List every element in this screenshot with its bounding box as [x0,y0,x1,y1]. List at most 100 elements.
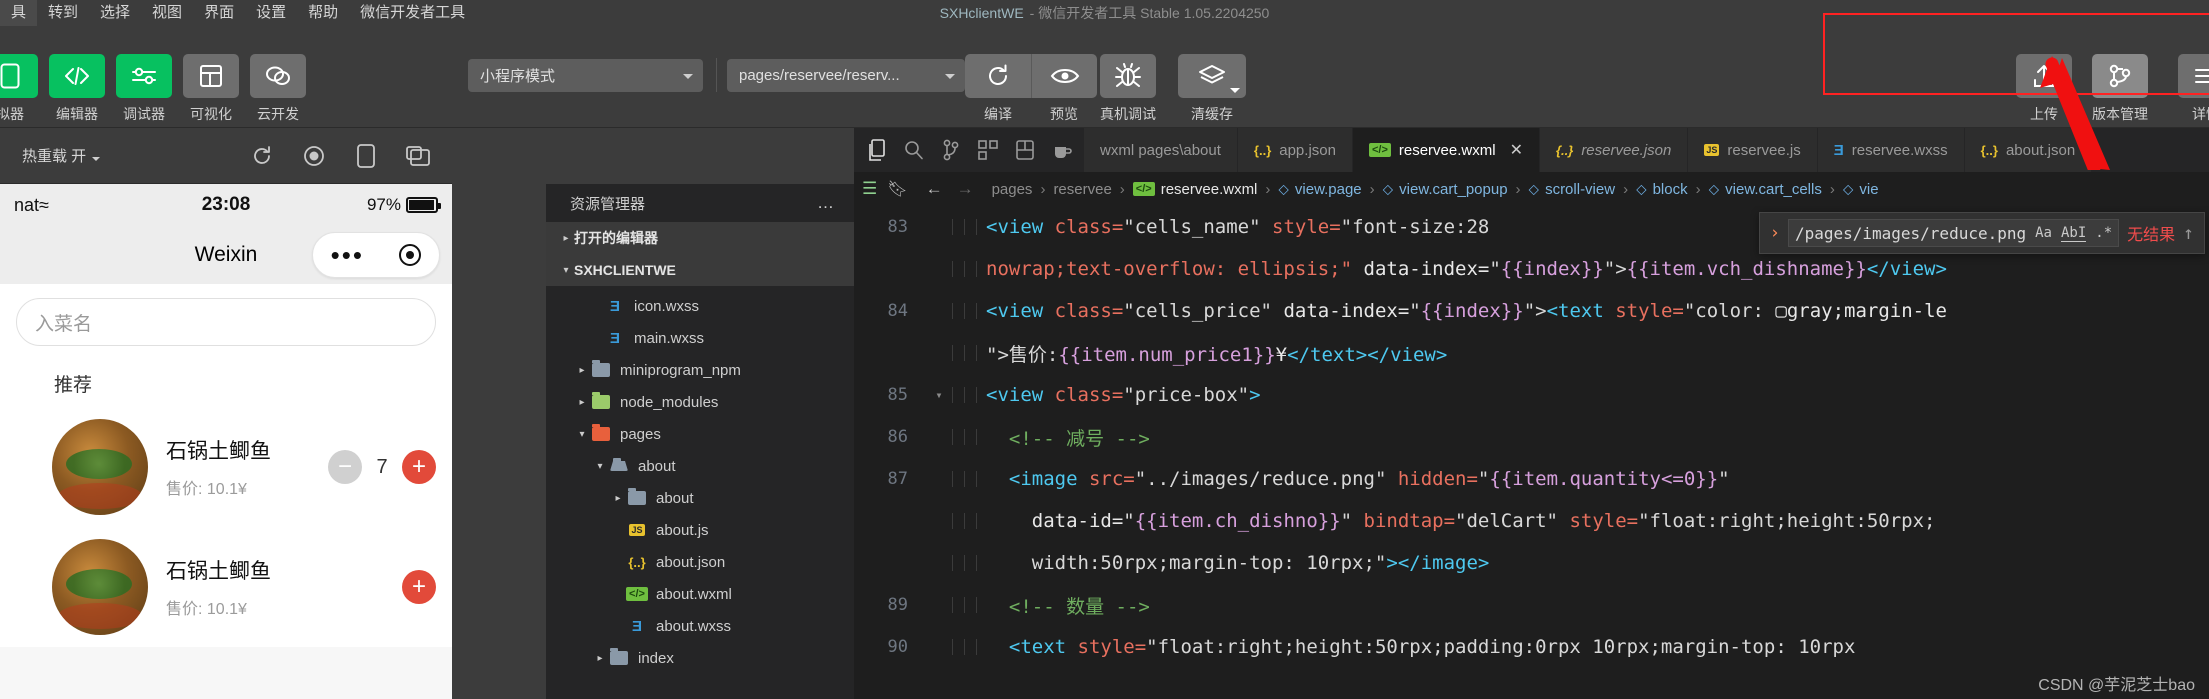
toolbar-editor[interactable]: 编辑器 [49,54,105,124]
code-icon[interactable] [49,54,105,98]
tab-reservee-js[interactable]: JS reservee.js [1688,128,1818,172]
chevron-right-icon[interactable]: › [1770,223,1780,243]
toolbar-simulator[interactable]: 拟器 [0,54,38,124]
window-split-icon[interactable] [392,128,444,184]
tree-item-about-wxss[interactable]: Ǝ about.wxss [546,610,854,642]
tab-wxml-pages-about[interactable]: wxml pages\about [1084,128,1238,172]
menu-item-7[interactable]: 微信开发者工具 [349,0,476,26]
breadcrumb-item-2[interactable]: reservee.wxml [1161,181,1258,198]
breadcrumb-item-3[interactable]: view.page [1295,181,1362,198]
layers-icon[interactable] [1178,54,1246,98]
debugger-icon[interactable] [116,54,172,98]
files-icon[interactable] [858,128,895,172]
search-input[interactable]: 入菜名 [16,298,436,346]
decrease-button[interactable]: − [328,450,362,484]
breadcrumb-item-0[interactable]: pages [992,181,1033,198]
tree-item-about-subfolder[interactable]: ▸ about [546,482,854,514]
explorer-section-project[interactable]: ▾ SXHCLIENTWE [546,254,854,286]
device-icon[interactable] [340,128,392,184]
layout-icon[interactable] [183,54,239,98]
branch-icon[interactable] [2092,54,2148,98]
refresh-sim-icon[interactable] [236,128,288,184]
find-previous-icon[interactable]: ↑ [2183,223,2194,244]
page-select[interactable]: pages/reservee/reserv... [727,59,965,92]
more-options-icon[interactable]: … [817,193,836,213]
tree-item-icon-wxss[interactable]: Ǝ icon.wxss [546,290,854,322]
tab-reservee-wxss[interactable]: Ǝ reservee.wxss [1817,128,1965,172]
refresh-icon[interactable] [965,54,1031,98]
tab-reservee-json[interactable]: {..} reservee.json [1539,128,1689,172]
menu-item-4[interactable]: 界面 [193,0,245,26]
menu-lines-icon[interactable] [2178,54,2209,98]
find-input[interactable]: /pages/images/reduce.png Aa AbI .* [1787,219,2120,247]
code-area[interactable]: 83 <view class="cells_name" style="font-… [854,206,2209,699]
bug-icon[interactable] [1100,54,1156,98]
toolbar-clear-cache[interactable]: 清缓存 [1178,54,1246,124]
nav-forward-icon[interactable]: → [957,179,974,199]
tab-reservee-wxml[interactable]: </> reservee.wxml ✕ [1352,128,1540,172]
structure-icon[interactable] [1006,128,1043,172]
close-circle-icon[interactable] [399,244,422,266]
weixin-capsule[interactable]: ••• [312,232,440,278]
outline-icon[interactable]: ☰ [862,179,877,199]
tree-item-main-wxss[interactable]: Ǝ main.wxss [546,322,854,354]
more-dots-icon[interactable]: ••• [331,242,364,268]
hot-reload-toggle[interactable]: 热重载 开 [0,145,108,166]
fold-toggle[interactable]: ▾ [928,388,950,402]
match-word-icon[interactable]: AbI [2060,225,2087,242]
list-item[interactable]: 石锅土鲫鱼 售价: 10.1¥ − 7 + [0,407,452,527]
toolbar-visual[interactable]: 可视化 [183,54,239,124]
menu-item-2[interactable]: 选择 [89,0,141,26]
tree-item-pages[interactable]: ▾ pages [546,418,854,450]
menu-item-3[interactable]: 视图 [141,0,193,26]
dish-thumbnail [52,419,148,515]
toolbar-detail[interactable]: 详情 [2178,54,2209,124]
breadcrumb-item-5[interactable]: scroll-view [1545,181,1615,198]
toolbar-remote-debug[interactable]: 真机调试 [1100,54,1156,124]
use-regex-icon[interactable]: .* [2095,225,2112,241]
search-icon[interactable] [895,128,932,172]
menu-item-5[interactable]: 设置 [245,0,297,26]
breadcrumb-item-8[interactable]: vie [1859,181,1878,198]
upload-icon[interactable] [2016,54,2072,98]
menu-item-6[interactable]: 帮助 [297,0,349,26]
tree-item-index[interactable]: ▸ index [546,642,854,674]
record-icon[interactable] [288,128,340,184]
toolbar-compile[interactable]: 编译 [965,54,1031,124]
tree-item-node-modules[interactable]: ▸ node_modules [546,386,854,418]
tab-app-json[interactable]: {..} app.json [1237,128,1353,172]
eye-icon[interactable] [1031,54,1097,98]
cloud-icon[interactable] [250,54,306,98]
menu-item-1[interactable]: 转到 [37,0,89,26]
mode-select[interactable]: 小程序模式 [468,59,703,92]
simulator-icon[interactable] [0,54,38,98]
tree-item-about-wxml[interactable]: </> about.wxml [546,578,854,610]
menu-item-0[interactable]: 具 [0,0,38,26]
breadcrumb-item-4[interactable]: view.cart_popup [1399,181,1507,198]
match-case-icon[interactable]: Aa [2035,225,2052,241]
nav-back-icon[interactable]: ← [926,179,943,199]
close-icon[interactable]: ✕ [1510,140,1523,160]
explorer-section-open-editors[interactable]: ▸ 打开的编辑器 [546,222,854,254]
source-control-icon[interactable] [932,128,969,172]
toolbar-debugger[interactable]: 调试器 [116,54,172,124]
toolbar-version-control[interactable]: 版本管理 [2092,54,2148,124]
increase-button[interactable]: + [402,570,436,604]
tab-about-json[interactable]: {..} about.json [1964,128,2093,172]
tree-item-about-js[interactable]: JS about.js [546,514,854,546]
breadcrumb-sep: › [1695,180,1701,198]
tree-item-about-folder[interactable]: ▾ about [546,450,854,482]
breadcrumb-item-1[interactable]: reservee [1053,181,1111,198]
toolbar-preview[interactable]: 预览 [1031,54,1097,124]
increase-button[interactable]: + [402,450,436,484]
breadcrumb-item-7[interactable]: view.cart_cells [1725,181,1822,198]
toolbar-cloud[interactable]: 云开发 [250,54,306,124]
extensions-icon[interactable] [969,128,1006,172]
toolbar-upload[interactable]: 上传 [2016,54,2072,124]
tree-item-about-json[interactable]: {..} about.json [546,546,854,578]
coffee-icon[interactable] [1043,128,1080,172]
tree-item-miniprogram-npm[interactable]: ▸ miniprogram_npm [546,354,854,386]
breadcrumb-item-6[interactable]: block [1653,181,1688,198]
list-item[interactable]: 石锅土鲫鱼 售价: 10.1¥ + [0,527,452,647]
bookmark-icon[interactable]: 🔖︎ [887,179,907,199]
